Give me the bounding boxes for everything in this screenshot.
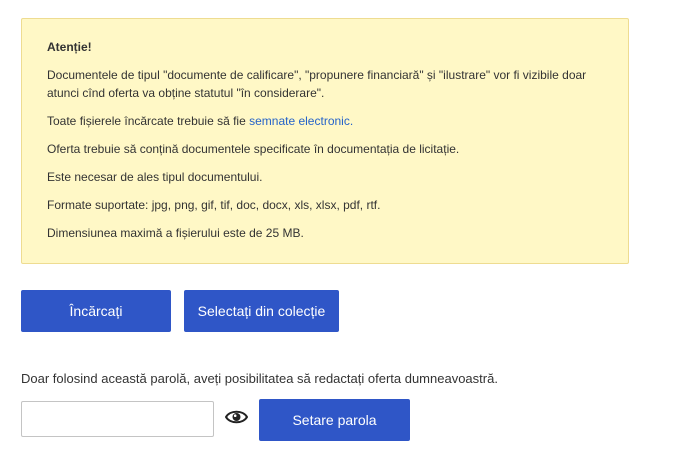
upload-button[interactable]: Încărcați [21,290,171,332]
notice-signature-text: Toate fișierele încărcate trebuie să fie… [47,112,604,130]
notice-max-size-text: Dimensiunea maximă a fișierului este de … [47,226,304,240]
notice-doc-type-text: Este necesar de ales tipul documentului. [47,170,263,184]
signed-electronically-link[interactable]: semnate electronic. [249,114,353,128]
notice-formats-text: Formate suportate: jpg, png, gif, tif, d… [47,198,381,212]
eye-icon[interactable] [224,408,249,426]
notice-signature-prefix: Toate fișierele încărcate trebuie să fie [47,114,250,128]
notice-title: Atenție! [47,40,92,54]
notice-visibility-text: Documentele de tipul "documente de calif… [47,68,587,100]
notice-required-docs-text: Oferta trebuie să conțină documentele sp… [47,142,460,156]
set-password-button[interactable]: Setare parola [259,399,410,441]
attention-notice: Atenție! Documentele de tipul "documente… [21,18,629,264]
password-input[interactable] [21,401,214,437]
page: Atenție! Documentele de tipul "documente… [0,0,699,464]
password-hint: Doar folosind această parolă, aveți posi… [21,371,498,386]
select-from-collection-button[interactable]: Selectați din colecție [184,290,339,332]
